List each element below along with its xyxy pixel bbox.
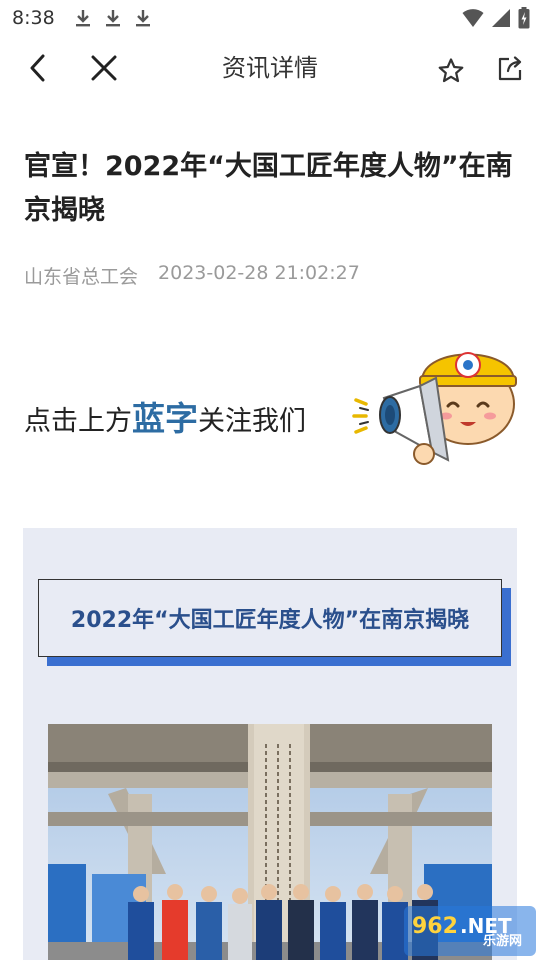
svg-text:962: 962 — [412, 914, 458, 939]
download-notifications — [75, 8, 151, 28]
nav-bar: 资讯详情 — [0, 36, 540, 100]
article-datetime: 2023-02-28 21:02:27 — [158, 262, 360, 284]
status-icons — [462, 7, 530, 29]
signal-icon — [492, 9, 510, 27]
status-time: 8:38 — [12, 7, 55, 29]
chevron-left-icon — [30, 54, 45, 82]
worker-mascot-with-megaphone-illustration — [352, 352, 517, 465]
battery-charging-icon — [518, 7, 530, 29]
close-button[interactable] — [86, 50, 122, 86]
follow-prefix: 点击上方 — [24, 406, 132, 437]
status-bar: 8:38 — [0, 0, 540, 36]
article-title: 官宣！2022年“大国工匠年度人物”在南京揭晓 — [24, 151, 513, 226]
follow-highlight: 蓝字 — [132, 399, 198, 438]
back-button[interactable] — [20, 50, 56, 86]
wifi-icon — [462, 9, 484, 27]
star-icon — [438, 58, 464, 83]
download-icon — [105, 10, 120, 27]
card-title: 2022年“大国工匠年度人物”在南京揭晓 — [70, 608, 470, 633]
article-source[interactable]: 山东省总工会 — [24, 262, 138, 289]
article-card: 2022年“大国工匠年度人物”在南京揭晓 — [23, 528, 517, 960]
close-icon — [91, 55, 117, 81]
watermark: 962 .NET 乐游网 — [404, 906, 536, 956]
card-title-box: 2022年“大国工匠年度人物”在南京揭晓 — [38, 579, 502, 657]
article-meta: 山东省总工会 2023-02-28 21:02:27 — [24, 262, 360, 289]
favorite-button[interactable] — [433, 53, 469, 89]
download-icon — [135, 10, 150, 27]
share-icon — [498, 56, 522, 81]
download-icon — [75, 10, 90, 27]
watermark-text: 乐游网 — [482, 934, 522, 949]
share-button[interactable] — [492, 51, 528, 87]
follow-suffix: 关注我们 — [198, 406, 306, 437]
follow-banner: 点击上方 蓝字 关注我们 — [24, 392, 306, 440]
